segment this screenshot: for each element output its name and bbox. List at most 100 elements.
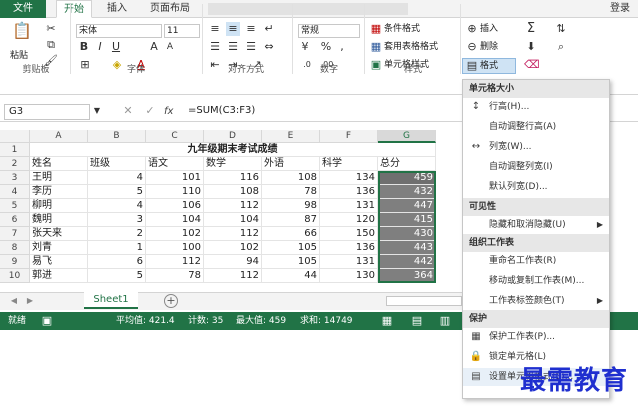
table-cell[interactable]: 112: [204, 199, 262, 213]
table-cell[interactable]: 98: [262, 199, 320, 213]
row-header[interactable]: 2: [0, 157, 30, 171]
grow-font-button[interactable]: A: [148, 40, 160, 54]
table-cell[interactable]: 131: [320, 255, 378, 269]
table-cell[interactable]: 102: [204, 241, 262, 255]
row-header[interactable]: 7: [0, 227, 30, 241]
table-cell[interactable]: 112: [204, 227, 262, 241]
table-cell[interactable]: 100: [146, 241, 204, 255]
table-cell[interactable]: 106: [146, 199, 204, 213]
format-cells-button[interactable]: 格式: [480, 59, 498, 73]
horizontal-scrollbar[interactable]: [386, 296, 462, 306]
conditional-format-button[interactable]: 条件格式: [384, 22, 420, 36]
table-cell[interactable]: 136: [320, 241, 378, 255]
align-left-icon[interactable]: ☰: [208, 40, 222, 54]
copy-icon[interactable]: ⧉: [44, 38, 58, 52]
format-cells-icon[interactable]: ▤: [466, 59, 478, 73]
table-cell[interactable]: 78: [262, 185, 320, 199]
delete-cells-icon[interactable]: ⊖: [466, 40, 478, 54]
italic-button[interactable]: I: [94, 40, 106, 54]
menu-item-autofit-row[interactable]: 自动调整行高(A): [463, 118, 609, 136]
page-layout-view-icon[interactable]: ▤: [410, 314, 424, 328]
name-box-dropdown-icon[interactable]: ▼: [92, 104, 102, 118]
table-cell[interactable]: 1: [88, 241, 146, 255]
cut-icon[interactable]: ✂: [44, 22, 58, 36]
prev-sheet-icon[interactable]: ◀: [8, 294, 20, 308]
column-title-cell[interactable]: 班级: [88, 157, 146, 171]
table-cell[interactable]: 5: [88, 185, 146, 199]
menu-item-column-width[interactable]: ↔ 列宽(W)...: [463, 138, 609, 156]
formula-input[interactable]: =SUM(C3:F3): [184, 104, 462, 120]
menu-item-default-width[interactable]: 默认列宽(D)...: [463, 178, 609, 196]
next-sheet-icon[interactable]: ▶: [24, 294, 36, 308]
row-header[interactable]: 4: [0, 185, 30, 199]
table-cell[interactable]: 120: [320, 213, 378, 227]
normal-view-icon[interactable]: ▦: [380, 314, 394, 328]
table-cell[interactable]: 112: [204, 269, 262, 283]
table-cell[interactable]: 150: [320, 227, 378, 241]
login-link[interactable]: 登录: [610, 0, 630, 18]
menu-item-hide-unhide[interactable]: 隐藏和取消隐藏(U) ▶: [463, 216, 609, 234]
table-cell[interactable]: 78: [146, 269, 204, 283]
tab-home[interactable]: 开始: [56, 0, 92, 18]
table-cell[interactable]: 2: [88, 227, 146, 241]
table-cell[interactable]: 104: [146, 213, 204, 227]
table-cell[interactable]: 116: [204, 171, 262, 185]
sheet-tab-sheet1[interactable]: Sheet1: [84, 292, 138, 309]
table-cell[interactable]: 112: [146, 255, 204, 269]
find-select-icon[interactable]: ⌕: [554, 40, 568, 54]
merge-icon[interactable]: ⇔: [262, 40, 276, 54]
row-header[interactable]: 6: [0, 213, 30, 227]
table-cell[interactable]: 130: [320, 269, 378, 283]
table-cell[interactable]: 94: [204, 255, 262, 269]
row-header[interactable]: 1: [0, 143, 30, 157]
total-cell[interactable]: 430: [378, 227, 436, 241]
align-top-icon[interactable]: ≡: [208, 22, 222, 36]
column-header-d[interactable]: D: [204, 130, 262, 143]
fill-icon[interactable]: ⬇: [524, 40, 538, 54]
table-cell[interactable]: 张天来: [30, 227, 88, 241]
column-header-e[interactable]: E: [262, 130, 320, 143]
table-cell[interactable]: 4: [88, 199, 146, 213]
total-cell[interactable]: 432: [378, 185, 436, 199]
add-sheet-icon[interactable]: +: [164, 294, 178, 308]
cancel-icon[interactable]: ✕: [122, 104, 134, 118]
table-cell[interactable]: 87: [262, 213, 320, 227]
table-cell[interactable]: 131: [320, 199, 378, 213]
column-header-a[interactable]: A: [30, 130, 88, 143]
table-format-icon[interactable]: ▦: [370, 40, 382, 54]
total-cell[interactable]: 415: [378, 213, 436, 227]
menu-item-row-height[interactable]: ↕ 行高(H)...: [463, 98, 609, 116]
column-title-cell[interactable]: 数学: [204, 157, 262, 171]
clear-icon[interactable]: ⌫: [524, 58, 540, 72]
table-cell[interactable]: 108: [262, 171, 320, 185]
table-cell[interactable]: 134: [320, 171, 378, 185]
sheet-title-cell[interactable]: 九年级期末考试成绩: [30, 143, 436, 157]
total-cell[interactable]: 364: [378, 269, 436, 283]
table-cell[interactable]: 王明: [30, 171, 88, 185]
autosum-icon[interactable]: Σ: [524, 22, 538, 36]
row-header[interactable]: 9: [0, 255, 30, 269]
shrink-font-button[interactable]: A: [164, 40, 176, 54]
table-cell[interactable]: 刘青: [30, 241, 88, 255]
table-cell[interactable]: 104: [204, 213, 262, 227]
row-header[interactable]: 5: [0, 199, 30, 213]
column-title-cell[interactable]: 外语: [262, 157, 320, 171]
tab-page-layout[interactable]: 页面布局: [142, 0, 198, 18]
table-cell[interactable]: 6: [88, 255, 146, 269]
table-cell[interactable]: 136: [320, 185, 378, 199]
menu-item-rename-sheet[interactable]: 重命名工作表(R): [463, 252, 609, 270]
row-header[interactable]: 10: [0, 269, 30, 283]
font-size-select[interactable]: 11: [164, 24, 200, 38]
column-header-f[interactable]: F: [320, 130, 378, 143]
delete-cells-button[interactable]: 删除: [480, 40, 498, 54]
select-all-corner[interactable]: [0, 130, 30, 143]
align-middle-icon[interactable]: ≡: [226, 22, 240, 36]
table-cell[interactable]: 柳明: [30, 199, 88, 213]
insert-cells-button[interactable]: 插入: [480, 22, 498, 36]
macro-record-icon[interactable]: ▣: [40, 314, 54, 328]
column-title-cell[interactable]: 语文: [146, 157, 204, 171]
row-header[interactable]: 3: [0, 171, 30, 185]
table-cell[interactable]: 105: [262, 241, 320, 255]
page-break-view-icon[interactable]: ▥: [438, 314, 452, 328]
table-cell[interactable]: 4: [88, 171, 146, 185]
